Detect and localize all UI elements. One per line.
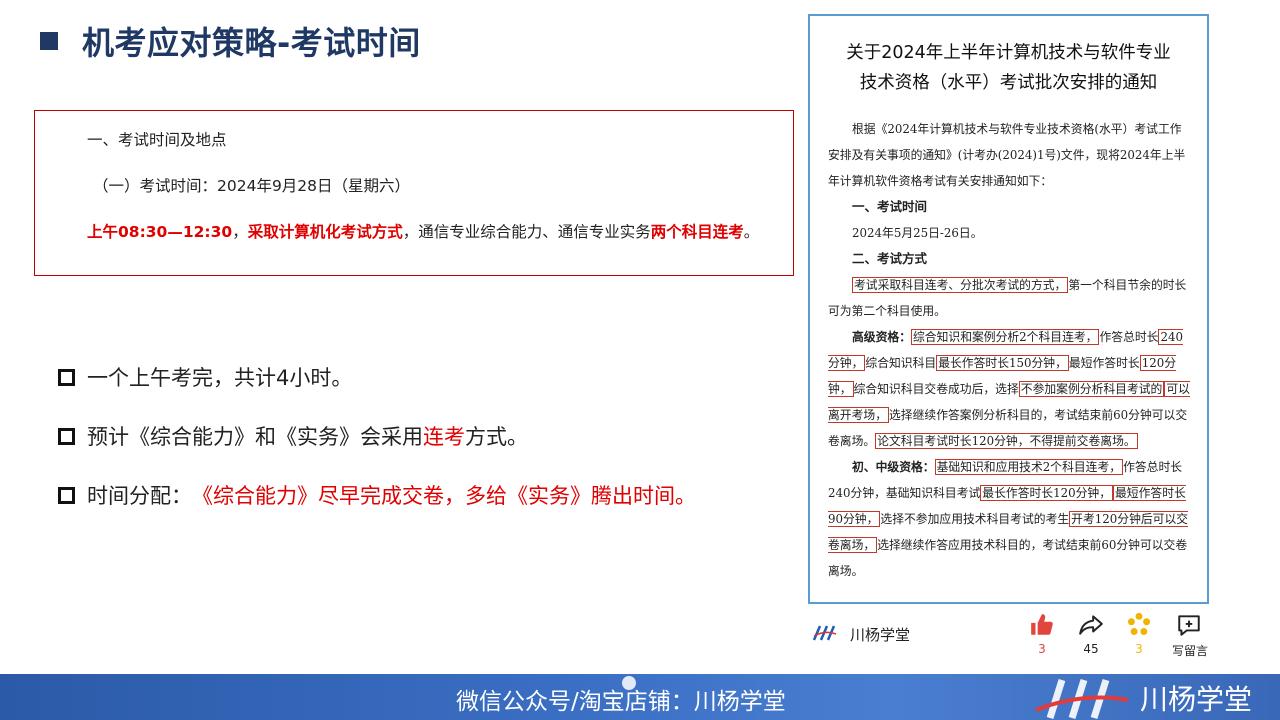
- doc-section-2: 二、考试方式: [852, 251, 928, 266]
- notice-heading: 一、考试时间及地点: [87, 131, 227, 149]
- bullet-item-1: 一个上午考完，共计4小时。: [58, 362, 352, 392]
- doc-paragraph-senior: 高级资格： 综合知识和案例分析2个科目连考， 作答总时长 240分钟， 综合知识科目 最长…: [828, 324, 1190, 454]
- doc-intro: 根据《2024年计算机技术与软件专业技术资格(水平）考试工作安排及有关事项的通知…: [828, 122, 1186, 188]
- notice-sep: ，: [232, 223, 248, 241]
- doc-title-line2: 技术资格（水平）考试批次安排的通知: [859, 73, 1158, 93]
- notice-document-image: 关于2024年上半年计算机技术与软件专业 技术资格（水平）考试批次安排的通知 根…: [808, 14, 1209, 604]
- page-title: 机考应对策略-考试时间: [82, 24, 421, 62]
- chuanyang-brand-logo-icon: [1035, 678, 1129, 720]
- doc-highlight: 最长作答时长150分钟，: [936, 355, 1069, 371]
- square-bullet-icon: [58, 486, 75, 504]
- notice-time-range: 上午08:30—12:30: [87, 223, 233, 241]
- footer-brand-name: 川杨学堂: [1140, 683, 1253, 716]
- footer-banner: 微信公众号/淘宝店铺：川杨学堂 川杨学堂: [0, 674, 1280, 720]
- doc-highlight: 最长作答时长120分钟，: [980, 485, 1113, 501]
- doc-section-1: 一、考试时间: [852, 199, 928, 214]
- title-bullet-square: [40, 32, 58, 50]
- thumbs-up-icon[interactable]: [1029, 612, 1055, 638]
- wechat-social-bar: 川杨学堂 3 45 3 写留言: [808, 606, 1209, 664]
- notice-consecutive: 两个科目连考: [650, 223, 744, 241]
- doc-date: 2024年5月25日-26日。: [852, 226, 983, 240]
- notice-exam-detail: 上午08:30—12:30，采取计算机化考试方式，通信专业综合能力、通信专业实务…: [87, 218, 781, 246]
- doc-text: 综合知识科目交卷成功后，选择: [853, 382, 1019, 396]
- doc-highlight: 论文科目考试时长120分钟，不得提前交卷离场。: [875, 433, 1138, 449]
- doc-text: 选择继续作答应用技术科目的，考试结束前60分钟可以交卷离场。: [828, 538, 1188, 578]
- notice-exam-date: （一）考试时间：2024年9月28日（星期六）: [93, 177, 411, 195]
- bullet-item-2: 预计《综合能力》和《实务》会采用 连考 方式。: [58, 421, 528, 451]
- favorite-count: 3: [1135, 642, 1143, 656]
- notice-subjects: ，通信专业综合能力、通信专业实务: [402, 223, 651, 241]
- bullet-text: 时间分配：: [87, 484, 192, 508]
- bullet-item-3: 时间分配： 《综合能力》尽早完成交卷，多给《实务》腾出时间。: [58, 480, 696, 510]
- bullet-highlight: 《综合能力》尽早完成交卷，多给《实务》腾出时间。: [192, 484, 696, 508]
- doc-body: 根据《2024年计算机技术与软件专业技术资格(水平）考试工作安排及有关事项的通知…: [828, 116, 1190, 584]
- doc-highlight: 基础知识和应用技术2个科目连考，: [934, 459, 1124, 475]
- share-count: 45: [1083, 642, 1099, 656]
- comment-icon[interactable]: [1176, 612, 1202, 638]
- chuanyang-logo-icon: [812, 625, 837, 641]
- doc-highlight: 不参加案例分析科目考试的: [1018, 381, 1165, 397]
- bullet-text-end: 方式。: [465, 425, 528, 449]
- bullet-highlight: 连考: [423, 425, 465, 449]
- doc-highlight: 综合知识和案例分析2个科目连考，: [911, 329, 1100, 345]
- doc-label: 初、中级资格：: [852, 460, 935, 474]
- doc-paragraph-1: 考试采取科目连考、分批次考试的方式， 第一个科目节余的时长可为第二个科目使用。: [828, 272, 1190, 324]
- footer-contact-text: 微信公众号/淘宝店铺：川杨学堂: [456, 689, 786, 715]
- doc-label: 高级资格：: [852, 330, 911, 344]
- doc-text: 选择不参加应用技术科目考试的考生: [880, 512, 1070, 526]
- doc-text: 最短作答时长: [1068, 356, 1140, 370]
- like-count: 3: [1038, 642, 1046, 656]
- bullet-text: 一个上午考完，共计4小时。: [87, 366, 353, 390]
- doc-text: 作答总时长: [1099, 330, 1159, 344]
- wow-flower-icon[interactable]: [1126, 612, 1152, 638]
- exam-notice-box: 一、考试时间及地点 （一）考试时间：2024年9月28日（星期六） 上午08:3…: [34, 110, 794, 276]
- comment-label[interactable]: 写留言: [1168, 642, 1212, 659]
- bullet-text: 预计《综合能力》和《实务》会采用: [87, 425, 423, 449]
- square-bullet-icon: [58, 368, 75, 386]
- doc-highlight: 考试采取科目连考、分批次考试的方式，: [852, 277, 1069, 293]
- notice-end: 。: [743, 223, 760, 241]
- doc-title: 关于2024年上半年计算机技术与软件专业 技术资格（水平）考试批次安排的通知: [810, 38, 1207, 98]
- doc-paragraph-junior: 初、中级资格： 基础知识和应用技术2个科目连考， 作答总时长240分钟，基础知识科目…: [828, 454, 1190, 584]
- doc-text: 综合知识科目: [865, 356, 937, 370]
- cursor-dot: [622, 676, 636, 690]
- square-bullet-icon: [58, 427, 75, 445]
- doc-title-line1: 关于2024年上半年计算机技术与软件专业: [846, 43, 1171, 63]
- notice-exam-mode: 采取计算机化考试方式: [247, 223, 403, 241]
- share-icon[interactable]: [1078, 612, 1104, 638]
- account-name[interactable]: 川杨学堂: [850, 624, 910, 645]
